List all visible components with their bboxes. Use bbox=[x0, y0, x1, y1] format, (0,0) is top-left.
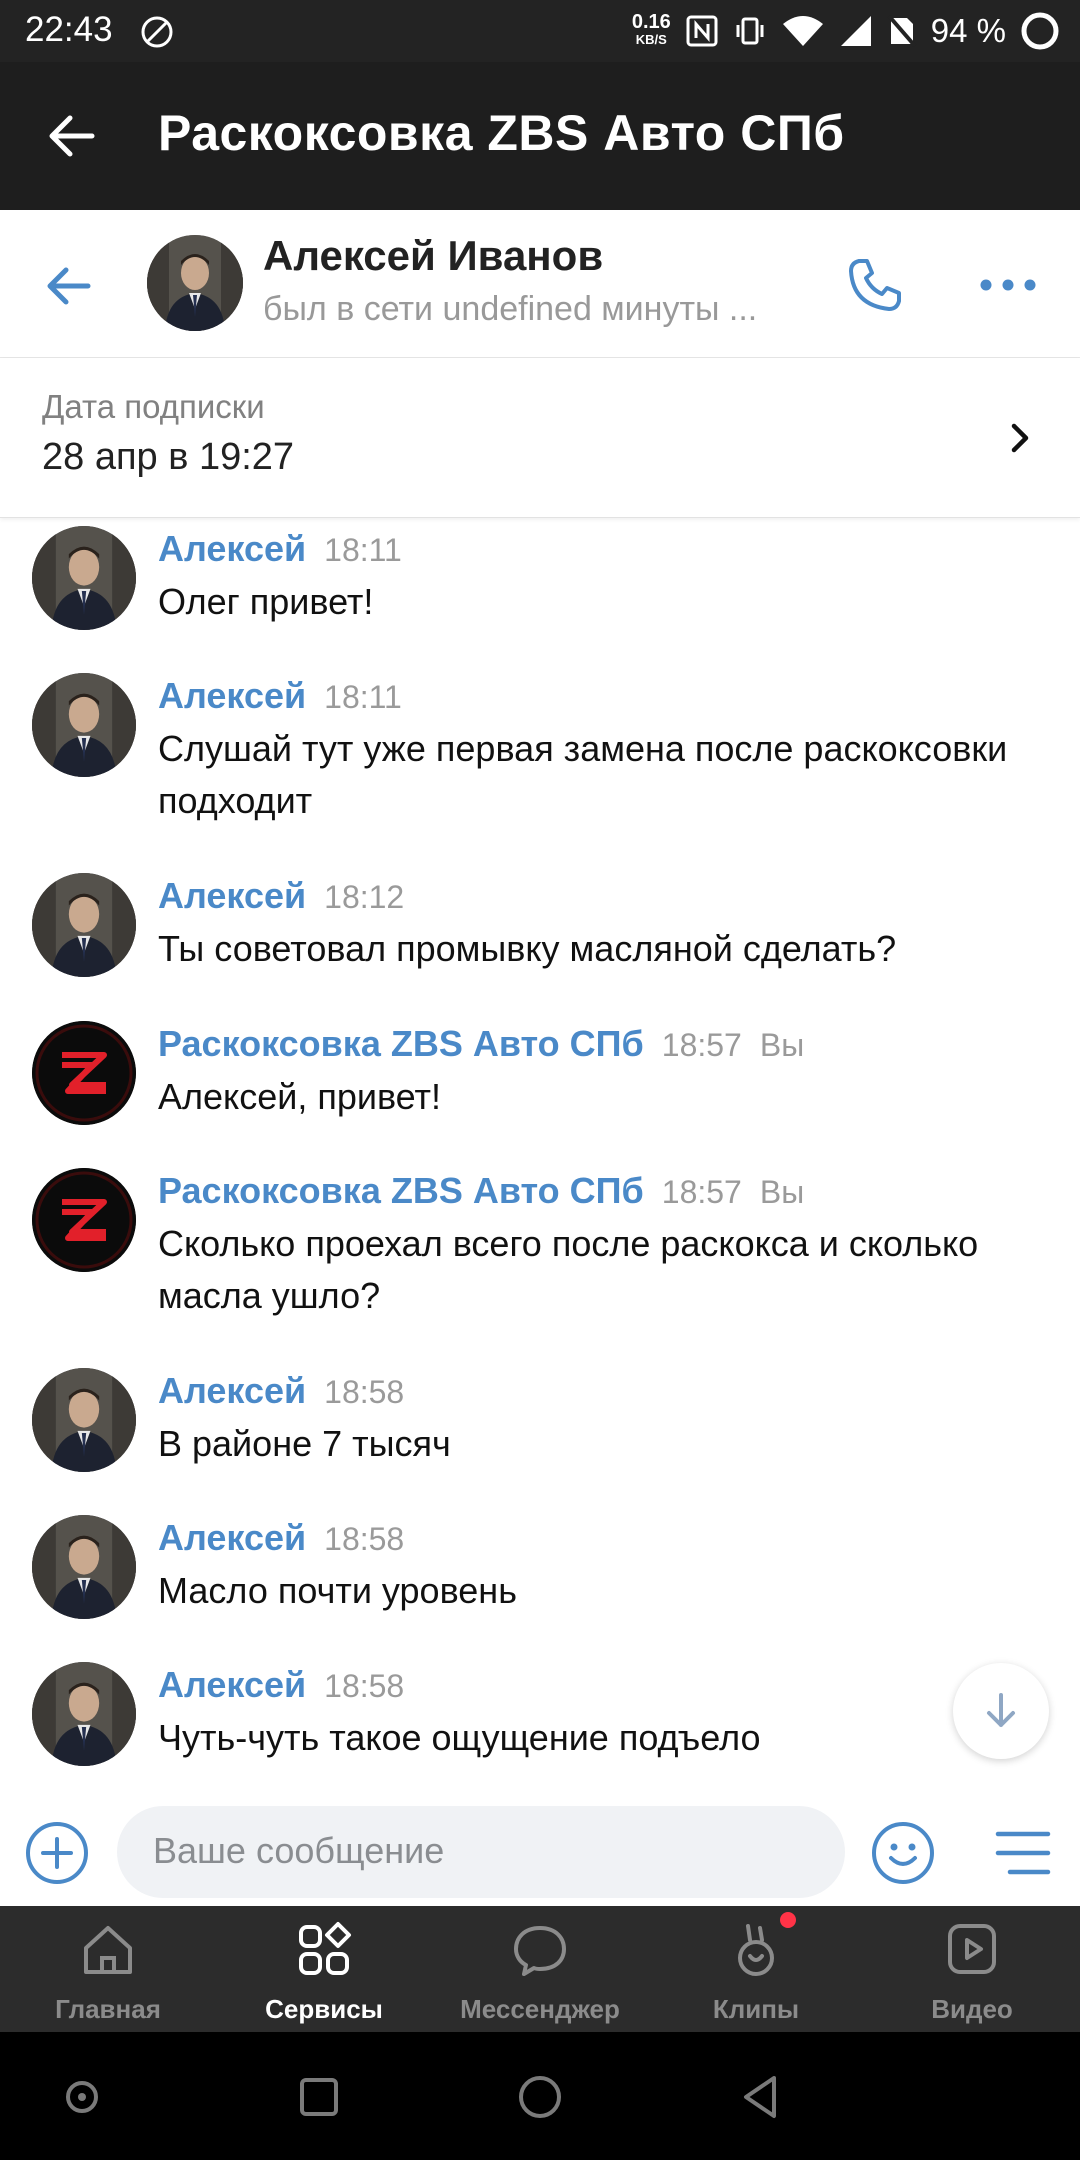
nfc-icon bbox=[686, 15, 718, 47]
tab-home[interactable]: Главная bbox=[0, 1906, 216, 2032]
assistant-dot-icon[interactable] bbox=[57, 2072, 107, 2122]
arrow-down-icon bbox=[987, 1693, 1015, 1727]
app-header: Раскоксовка ZBS Авто СПб bbox=[0, 62, 1080, 210]
message-author[interactable]: Алексей bbox=[158, 875, 306, 916]
message-time: 18:57 bbox=[661, 1174, 742, 1210]
person-photo-icon bbox=[32, 1662, 136, 1766]
system-navigation-bar bbox=[0, 2032, 1080, 2160]
wifi-icon bbox=[782, 16, 823, 46]
sender-avatar[interactable] bbox=[32, 1021, 136, 1125]
subscription-row[interactable]: Дата подписки 28 апр в 19:27 bbox=[0, 358, 1080, 518]
message-text: Олег привет! bbox=[158, 581, 374, 622]
sender-avatar[interactable] bbox=[32, 1515, 136, 1619]
message-text: Алексей, привет! bbox=[158, 1076, 441, 1117]
message-you-label: Вы bbox=[759, 1027, 805, 1063]
home-icon bbox=[84, 1926, 132, 1974]
bottom-tab-bar: Главная Сервисы Мессенджер Клипы Видео bbox=[0, 1906, 1080, 2032]
sender-avatar[interactable] bbox=[32, 1368, 136, 1472]
message-input[interactable]: Ваше сообщение bbox=[117, 1806, 845, 1898]
message-author[interactable]: Раскоксовка ZBS Авто СПб bbox=[158, 1023, 644, 1064]
vibrate-icon bbox=[736, 17, 764, 45]
tab-label: Клипы bbox=[712, 1994, 800, 2024]
message-time: 18:58 bbox=[324, 1521, 405, 1557]
message-author[interactable]: Раскоксовка ZBS Авто СПб bbox=[158, 1170, 644, 1211]
tab-clips[interactable]: Клипы bbox=[648, 1906, 864, 2032]
message-input-placeholder: Ваше сообщение bbox=[153, 1830, 445, 1871]
contact-status: был в сети undefined минуты ... bbox=[263, 290, 758, 328]
message-author[interactable]: Алексей bbox=[158, 675, 306, 716]
subscription-date: 28 апр в 19:27 bbox=[42, 436, 295, 478]
no-sim-icon bbox=[887, 14, 917, 48]
clips-icon bbox=[738, 1924, 774, 1976]
chevron-right-icon bbox=[1011, 423, 1029, 453]
tab-label: Сервисы bbox=[265, 1994, 383, 2024]
message-time: 18:12 bbox=[324, 879, 405, 915]
phone-icon[interactable] bbox=[845, 255, 905, 315]
keyboard-menu-icon[interactable] bbox=[994, 1826, 1052, 1880]
home-circle-icon[interactable] bbox=[515, 2072, 565, 2122]
sender-avatar[interactable] bbox=[32, 873, 136, 977]
message-author[interactable]: Алексей bbox=[158, 1370, 306, 1411]
emoji-smile-icon[interactable] bbox=[870, 1820, 936, 1886]
video-icon bbox=[948, 1924, 996, 1974]
status-bar: 22:43 0.16 KB/S 94 % bbox=[0, 0, 1080, 62]
message-input-bar: Ваше сообщение bbox=[0, 1798, 1080, 1906]
status-time: 22:43 bbox=[25, 10, 113, 49]
message-author[interactable]: Алексей bbox=[158, 1664, 306, 1705]
chat-back-arrow-icon[interactable] bbox=[40, 258, 96, 314]
message-text: В районе 7 тысяч bbox=[158, 1423, 451, 1464]
sender-avatar[interactable] bbox=[32, 1662, 136, 1766]
contact-name: Алексей Иванов bbox=[263, 232, 604, 279]
clips-notification-badge bbox=[780, 1912, 796, 1928]
message-author[interactable]: Алексей bbox=[158, 1517, 306, 1558]
message-time: 18:58 bbox=[324, 1374, 405, 1410]
person-photo-icon bbox=[147, 235, 243, 331]
message-text: Слушай тут уже первая замена после раско… bbox=[158, 728, 1008, 821]
zbs-logo-icon bbox=[32, 1168, 136, 1272]
tab-messenger[interactable]: Мессенджер bbox=[432, 1906, 648, 2032]
message-text: Ты советовал промывку масляной сделать? bbox=[158, 928, 897, 969]
zbs-logo-icon bbox=[32, 1021, 136, 1125]
chat-header: Алексей Иванов был в сети undefined мину… bbox=[0, 210, 1080, 358]
person-photo-icon bbox=[32, 673, 136, 777]
recents-square-icon[interactable] bbox=[294, 2072, 344, 2122]
tab-label: Мессенджер bbox=[460, 1994, 620, 2024]
person-photo-icon bbox=[32, 873, 136, 977]
person-photo-icon bbox=[32, 1368, 136, 1472]
message-author[interactable]: Алексей bbox=[158, 528, 306, 569]
signal-icon bbox=[840, 16, 871, 46]
subscription-label: Дата подписки bbox=[42, 388, 265, 425]
sender-avatar[interactable] bbox=[32, 673, 136, 777]
battery-icon bbox=[1021, 12, 1059, 50]
messenger-icon bbox=[514, 1926, 566, 1976]
message-text: Сколько проехал всего после раскокса и с… bbox=[158, 1223, 979, 1316]
message-time: 18:58 bbox=[324, 1668, 405, 1704]
person-photo-icon bbox=[32, 1515, 136, 1619]
attach-plus-icon[interactable] bbox=[24, 1820, 90, 1886]
message-you-label: Вы bbox=[759, 1174, 805, 1210]
message-list[interactable]: Алексей 18:11 Олег привет! Алексей 18:11 С… bbox=[0, 518, 1080, 1798]
message-text: Масло почти уровень bbox=[158, 1570, 517, 1611]
message-time: 18:11 bbox=[324, 679, 402, 715]
more-options-icon[interactable] bbox=[978, 270, 1038, 300]
message-text: Чуть-чуть такое ощущение подъело bbox=[158, 1717, 761, 1758]
sender-avatar[interactable] bbox=[32, 526, 136, 630]
back-arrow-icon[interactable] bbox=[44, 108, 100, 164]
app-title: Раскоксовка ZBS Авто СПб bbox=[158, 105, 845, 161]
message-time: 18:11 bbox=[324, 532, 402, 568]
tab-label: Главная bbox=[55, 1994, 161, 2024]
person-photo-icon bbox=[32, 526, 136, 630]
contact-avatar[interactable] bbox=[147, 235, 243, 331]
tab-label: Видео bbox=[931, 1994, 1013, 2024]
scroll-down-button[interactable] bbox=[953, 1663, 1049, 1759]
tab-video[interactable]: Видео bbox=[864, 1906, 1080, 2032]
services-icon bbox=[299, 1922, 351, 1975]
do-not-disturb-icon bbox=[141, 16, 173, 48]
network-speed: 0.16 KB/S bbox=[631, 11, 671, 47]
sender-avatar[interactable] bbox=[32, 1168, 136, 1272]
battery-percent: 94 % bbox=[930, 12, 1006, 49]
back-triangle-icon[interactable] bbox=[738, 2072, 788, 2122]
tab-services[interactable]: Сервисы bbox=[216, 1906, 432, 2032]
message-time: 18:57 bbox=[661, 1027, 742, 1063]
